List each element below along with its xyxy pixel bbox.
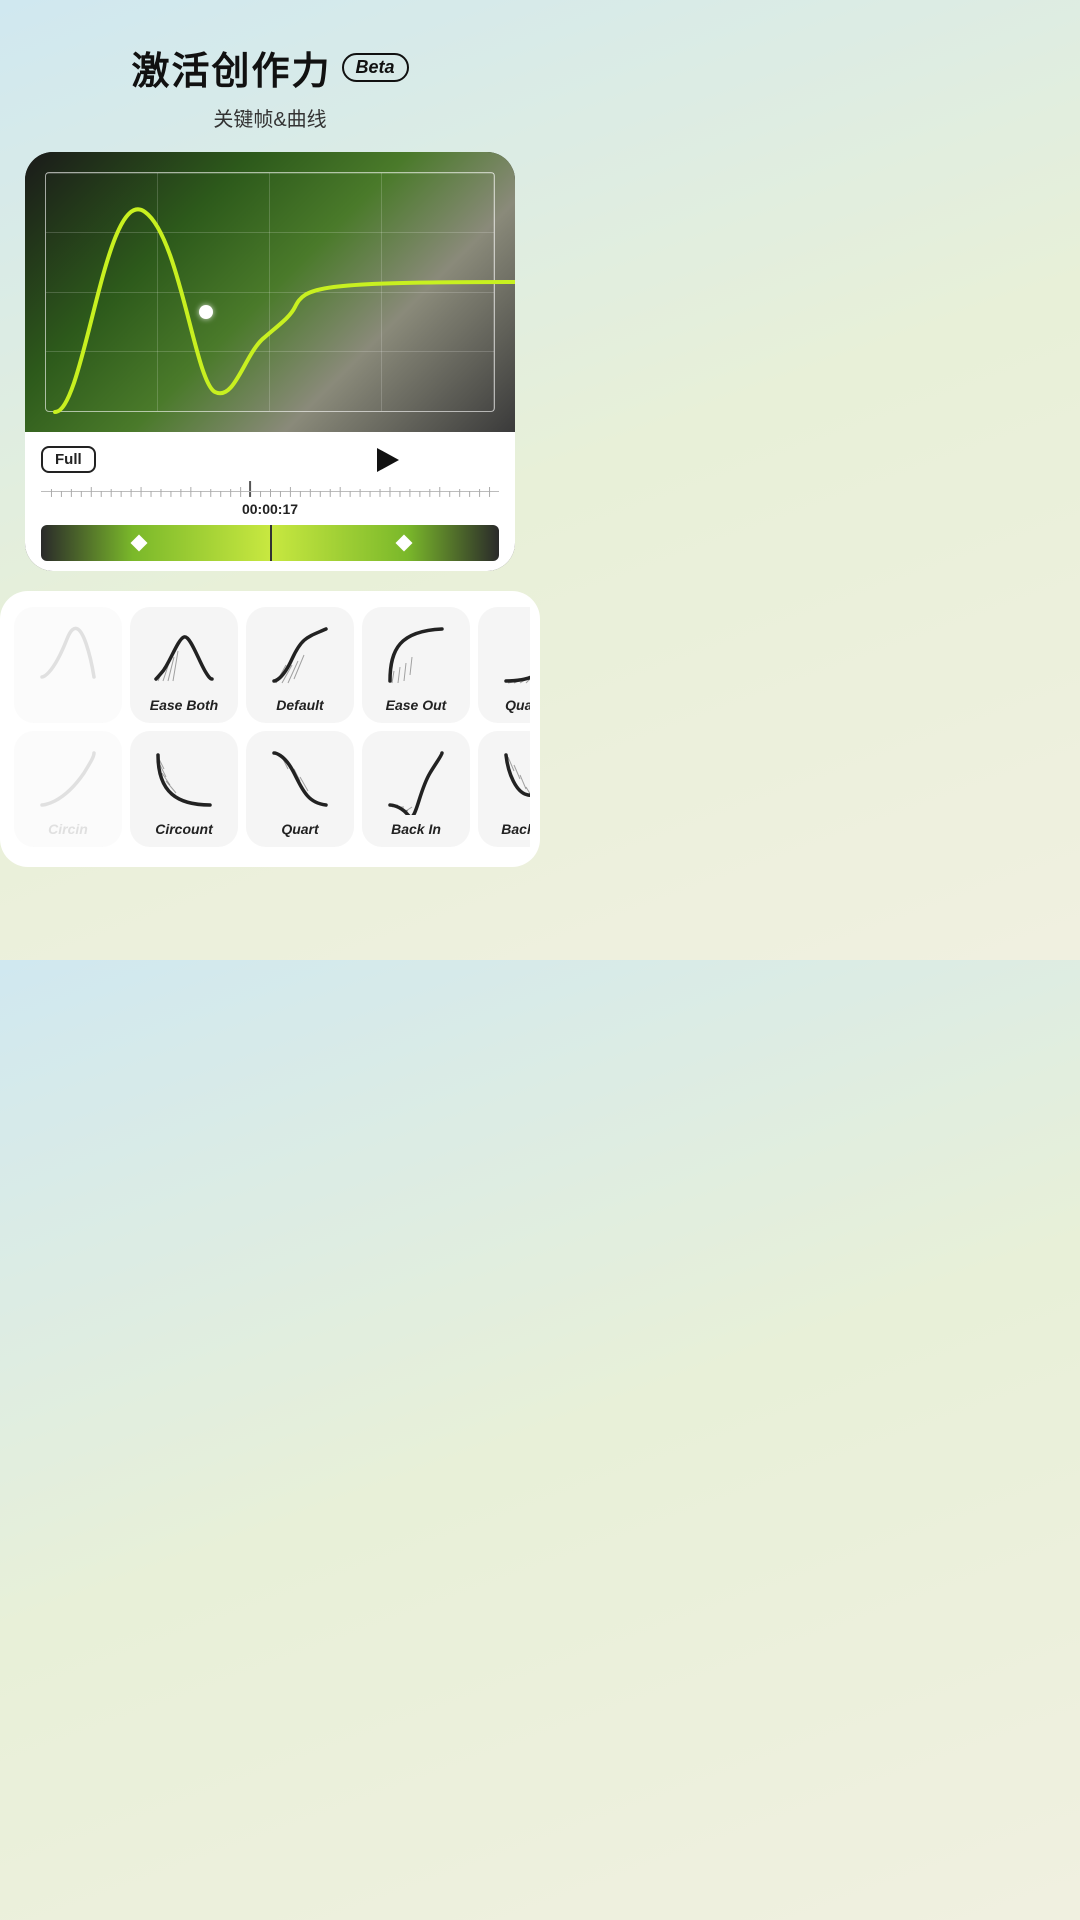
curve-label-quart: Quart xyxy=(281,821,318,837)
timeline-ruler xyxy=(41,481,499,497)
curve-card-quart-in[interactable]: Quart in xyxy=(478,607,530,723)
curve-icon-ghost-left xyxy=(32,619,104,691)
timeline-playhead[interactable] xyxy=(270,525,272,561)
curve-icon-ease-both xyxy=(148,619,220,691)
page-header: 激活创作力 Beta 关键帧&曲线 xyxy=(131,40,408,132)
curve-label-circount: Circount xyxy=(155,821,213,837)
beta-badge: Beta xyxy=(342,53,409,82)
curve-label-quart-in: Quart in xyxy=(505,697,530,713)
video-area xyxy=(25,152,515,432)
curve-icon-circin-ghost xyxy=(32,743,104,815)
curves-row-2: Circin Circount Quart xyxy=(10,731,530,847)
controls-top-row: Full xyxy=(41,446,499,473)
curve-card-quart[interactable]: Quart xyxy=(246,731,354,847)
curve-label-ease-out: Ease Out xyxy=(386,697,447,713)
curve-card-back-in[interactable]: Back In xyxy=(362,731,470,847)
curve-card-ease-out[interactable]: Ease Out xyxy=(362,607,470,723)
full-badge[interactable]: Full xyxy=(41,446,96,473)
curve-card-back-out[interactable]: Back Out xyxy=(478,731,530,847)
curve-icon-quart xyxy=(264,743,336,815)
timeline-timecode: 00:00:17 xyxy=(41,501,499,517)
ruler-ticks xyxy=(41,481,499,497)
curves-section: Ease Both Default Ease Out xyxy=(0,591,540,867)
grid-overlay xyxy=(45,172,495,412)
curve-control-dot[interactable] xyxy=(199,305,213,319)
video-background xyxy=(25,152,515,432)
curve-card-ghost-left[interactable] xyxy=(14,607,122,723)
curve-label-back-out: Back Out xyxy=(501,821,530,837)
controls-area: Full xyxy=(25,432,515,571)
curve-label-default: Default xyxy=(276,697,323,713)
curve-icon-default xyxy=(264,619,336,691)
timeline-bar[interactable] xyxy=(41,525,499,561)
curve-icon-circount xyxy=(148,743,220,815)
page-title: 激活创作力 xyxy=(131,40,331,95)
curve-icon-quart-in xyxy=(496,619,530,691)
curve-icon-back-out xyxy=(496,743,530,815)
curves-row-1: Ease Both Default Ease Out xyxy=(10,607,530,723)
curve-card-default[interactable]: Default xyxy=(246,607,354,723)
video-card: Full xyxy=(25,152,515,571)
play-button[interactable] xyxy=(377,448,399,472)
curve-card-circin-ghost[interactable]: Circin xyxy=(14,731,122,847)
page-subtitle: 关键帧&曲线 xyxy=(131,103,408,132)
curve-card-circount[interactable]: Circount xyxy=(130,731,238,847)
curve-card-ease-both[interactable]: Ease Both xyxy=(130,607,238,723)
curve-label-circin-ghost: Circin xyxy=(48,821,88,837)
curve-label-ease-both: Ease Both xyxy=(150,697,218,713)
curve-label-back-in: Back In xyxy=(391,821,441,837)
curve-icon-back-in xyxy=(380,743,452,815)
curve-icon-ease-out xyxy=(380,619,452,691)
